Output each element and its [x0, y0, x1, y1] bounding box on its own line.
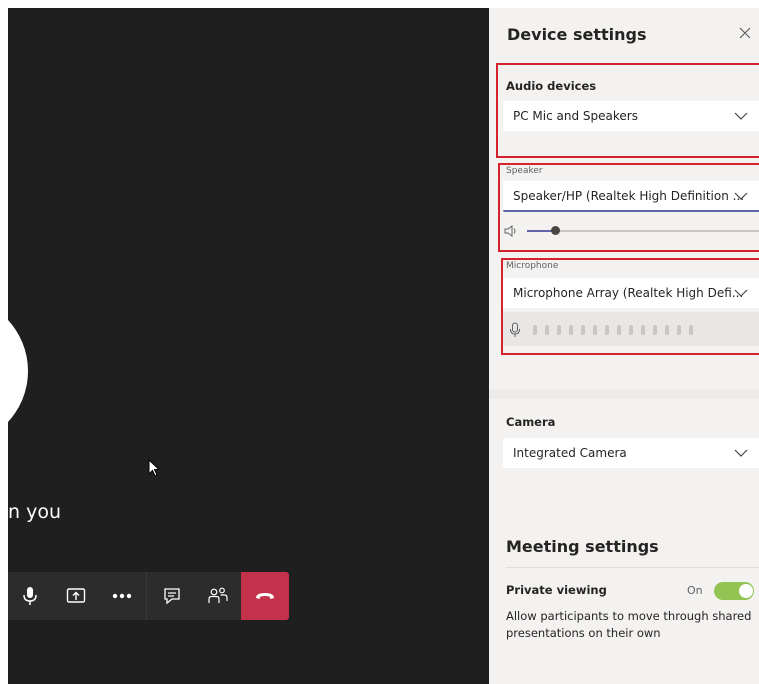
- call-toolbar: [8, 572, 289, 620]
- participants-button[interactable]: [200, 572, 236, 620]
- meeting-settings-title: Meeting settings: [506, 537, 659, 556]
- chevron-down-icon: [734, 449, 748, 457]
- mouse-cursor-icon: [148, 459, 161, 477]
- camera-value: Integrated Camera: [513, 446, 627, 460]
- device-settings-panel: Device settings Audio devices PC Mic and…: [489, 8, 759, 684]
- mic-icon: [23, 587, 37, 605]
- mute-button[interactable]: [12, 572, 48, 620]
- hang-up-button[interactable]: [241, 572, 289, 620]
- close-icon[interactable]: [739, 27, 751, 39]
- private-viewing-description: Allow participants to move through share…: [506, 609, 752, 640]
- stage-caption: n you: [8, 501, 61, 523]
- video-stage: n you: [8, 8, 489, 684]
- section-divider: [489, 389, 759, 399]
- share-tray-icon: [66, 588, 86, 603]
- hangup-icon: [256, 593, 274, 599]
- annotation-highlight: [498, 163, 759, 252]
- private-viewing-label: Private viewing: [506, 583, 607, 597]
- more-actions-button[interactable]: [104, 572, 140, 620]
- toggle-knob: [739, 584, 753, 598]
- panel-title: Device settings: [507, 25, 647, 44]
- participant-avatar: [8, 296, 28, 446]
- chat-icon: [164, 588, 180, 605]
- annotation-highlight: [501, 258, 759, 355]
- participants-icon: [208, 587, 228, 603]
- chat-button[interactable]: [154, 572, 190, 620]
- share-button[interactable]: [58, 572, 94, 620]
- camera-dropdown[interactable]: Integrated Camera: [503, 438, 759, 468]
- private-viewing-state: On: [687, 584, 703, 597]
- camera-label: Camera: [506, 415, 556, 429]
- more-icon: [112, 593, 132, 599]
- section-divider: [506, 567, 759, 568]
- annotation-highlight: [496, 63, 759, 158]
- toolbar-divider: [146, 572, 147, 620]
